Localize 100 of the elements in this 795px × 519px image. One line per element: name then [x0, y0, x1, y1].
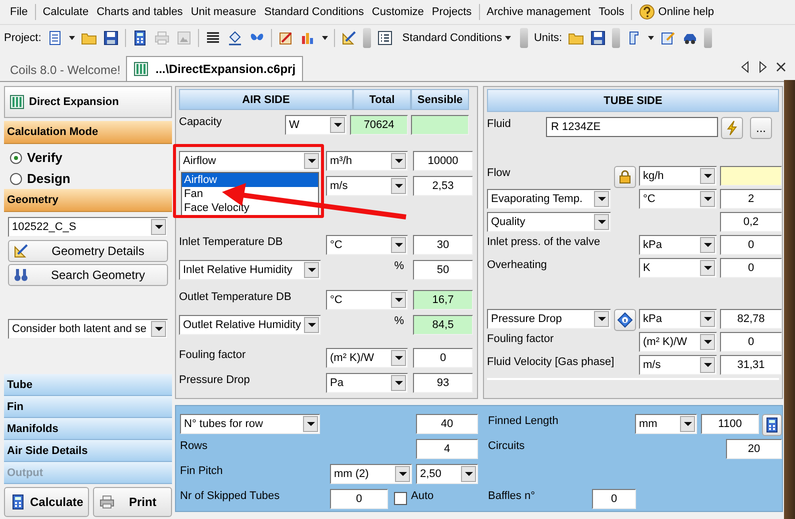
unit-select[interactable]: m³/h: [326, 151, 408, 171]
value-field[interactable]: 0: [720, 235, 782, 255]
value-field[interactable]: 50: [413, 260, 473, 280]
nav-item[interactable]: Manifolds: [4, 418, 172, 440]
value-field[interactable]: 40: [416, 414, 478, 434]
value-field[interactable]: 20: [726, 439, 782, 459]
unit-select[interactable]: mm: [635, 414, 697, 434]
checkbox[interactable]: [394, 492, 407, 505]
unit-select[interactable]: mm (2): [330, 464, 412, 484]
radio-option[interactable]: Design: [10, 171, 172, 186]
document-tab[interactable]: Coils 8.0 - Welcome!: [4, 59, 126, 81]
value-field[interactable]: 93: [413, 373, 473, 393]
menu-item[interactable]: Archive management: [482, 6, 595, 18]
unit-select[interactable]: kg/h: [639, 166, 717, 186]
unit-select[interactable]: m/s: [639, 355, 717, 375]
value-field[interactable]: 82,78: [720, 309, 782, 329]
toolbar-grip[interactable]: [704, 28, 712, 48]
unit-select[interactable]: kPa: [639, 309, 717, 329]
edit-icon[interactable]: [660, 30, 676, 46]
lock-icon: [617, 169, 633, 185]
unit-select[interactable]: °C: [326, 290, 408, 310]
menu-item[interactable]: Projects: [428, 6, 476, 18]
value-field[interactable]: 84,5: [413, 315, 473, 335]
menu-item[interactable]: Standard Conditions: [260, 6, 368, 18]
parameter-select[interactable]: Outlet Relative Humidity: [179, 315, 321, 335]
fluid-field[interactable]: R 1234ZE: [546, 117, 718, 137]
info-button[interactable]: [614, 309, 636, 331]
unit-select[interactable]: °C: [639, 189, 717, 209]
dropdown-option[interactable]: Face Velocity: [182, 201, 318, 215]
browse-button[interactable]: ...: [750, 117, 772, 139]
value-field[interactable]: 0: [330, 489, 388, 509]
value-field[interactable]: 1100: [701, 414, 759, 434]
value-field[interactable]: 0,2: [720, 212, 782, 232]
parameter-select[interactable]: Pressure Drop: [487, 309, 611, 329]
unit-select[interactable]: (m² K)/W: [326, 348, 408, 368]
menu-item[interactable]: Charts and tables: [92, 6, 187, 18]
value-field[interactable]: 30: [413, 235, 473, 255]
value-field[interactable]: [411, 115, 469, 135]
toolbar-grip[interactable]: [520, 28, 528, 48]
unit-select[interactable]: m/s: [326, 176, 408, 196]
action-button[interactable]: Calculate: [4, 487, 90, 517]
value-field[interactable]: 10000: [413, 151, 473, 171]
unit-select[interactable]: °C: [326, 235, 408, 255]
section-header[interactable]: Calculation Mode: [4, 121, 172, 144]
unit-select[interactable]: (m² K)/W: [639, 332, 717, 352]
document-icon[interactable]: [47, 30, 64, 46]
section-header[interactable]: Geometry: [4, 189, 172, 212]
parameter-select[interactable]: Airflow: [179, 151, 321, 171]
toolbar-grip[interactable]: [612, 28, 620, 48]
value-field[interactable]: 16,7: [413, 290, 473, 310]
calculator-button[interactable]: [762, 414, 782, 436]
checkbox-label: Auto: [411, 489, 434, 502]
nav-item[interactable]: Tube: [4, 374, 172, 396]
unit-select[interactable]: Pa: [326, 373, 408, 393]
field-label: Fluid Velocity [Gas phase]: [487, 355, 616, 368]
radio-option[interactable]: Verify: [10, 150, 172, 165]
geometry-button[interactable]: Search Geometry: [8, 264, 168, 286]
save-icon[interactable]: [103, 30, 120, 46]
dropdown-option[interactable]: Airflow: [182, 173, 318, 187]
menu-item[interactable]: Tools: [594, 6, 628, 18]
conditions-button[interactable]: Standard Conditions: [399, 31, 514, 45]
value-field[interactable]: 70624: [350, 115, 408, 135]
nav-item[interactable]: Fin: [4, 396, 172, 418]
parameter-select[interactable]: Quality: [487, 212, 611, 232]
unit-select[interactable]: K: [639, 258, 717, 278]
toolbar-grip[interactable]: [363, 28, 372, 48]
nav-item[interactable]: Air Side Details: [4, 440, 172, 462]
dropdown-option[interactable]: Fan: [182, 187, 318, 201]
value-field[interactable]: 4: [416, 439, 478, 459]
value-field[interactable]: 0: [720, 258, 782, 278]
geometry-button[interactable]: Geometry Details: [8, 240, 168, 262]
value-field[interactable]: 0: [413, 348, 473, 368]
unit-select[interactable]: kPa: [639, 235, 717, 255]
value-field[interactable]: 31,31: [720, 355, 782, 375]
value-field[interactable]: [720, 166, 782, 186]
document-tab[interactable]: ...\DirectExpansion.c6prj: [126, 56, 303, 81]
list-icon[interactable]: [377, 30, 394, 46]
save-icon[interactable]: [590, 30, 606, 46]
value-select[interactable]: 2,50: [416, 464, 478, 484]
menu-item[interactable]: Calculate: [38, 6, 93, 18]
lock-button[interactable]: [614, 166, 636, 188]
parameter-select[interactable]: Evaporating Temp.: [487, 189, 611, 209]
menu-item[interactable]: Unit measure: [186, 6, 260, 18]
value-field[interactable]: 0: [592, 489, 636, 509]
unit-select[interactable]: W: [285, 115, 347, 135]
menu-item[interactable]: File: [6, 6, 32, 18]
parameter-select[interactable]: N° tubes for row: [180, 414, 320, 434]
value-field[interactable]: 2,53: [413, 176, 473, 196]
lightning-button[interactable]: [721, 117, 743, 139]
value-field[interactable]: 2: [720, 189, 782, 209]
geometry-select[interactable]: 102522_C_S: [8, 217, 168, 237]
ruler-icon[interactable]: [341, 30, 358, 46]
menu-item[interactable]: Online help: [635, 4, 718, 20]
parameter-select[interactable]: Inlet Relative Humidity: [179, 260, 321, 280]
lines-icon[interactable]: [205, 30, 222, 46]
humidity-mode-select[interactable]: Consider both latent and se: [8, 319, 168, 339]
action-button[interactable]: Print: [93, 487, 172, 517]
value-field[interactable]: 0: [720, 332, 782, 352]
calculator-icon[interactable]: [132, 30, 148, 46]
menu-item[interactable]: Customize: [368, 6, 428, 18]
